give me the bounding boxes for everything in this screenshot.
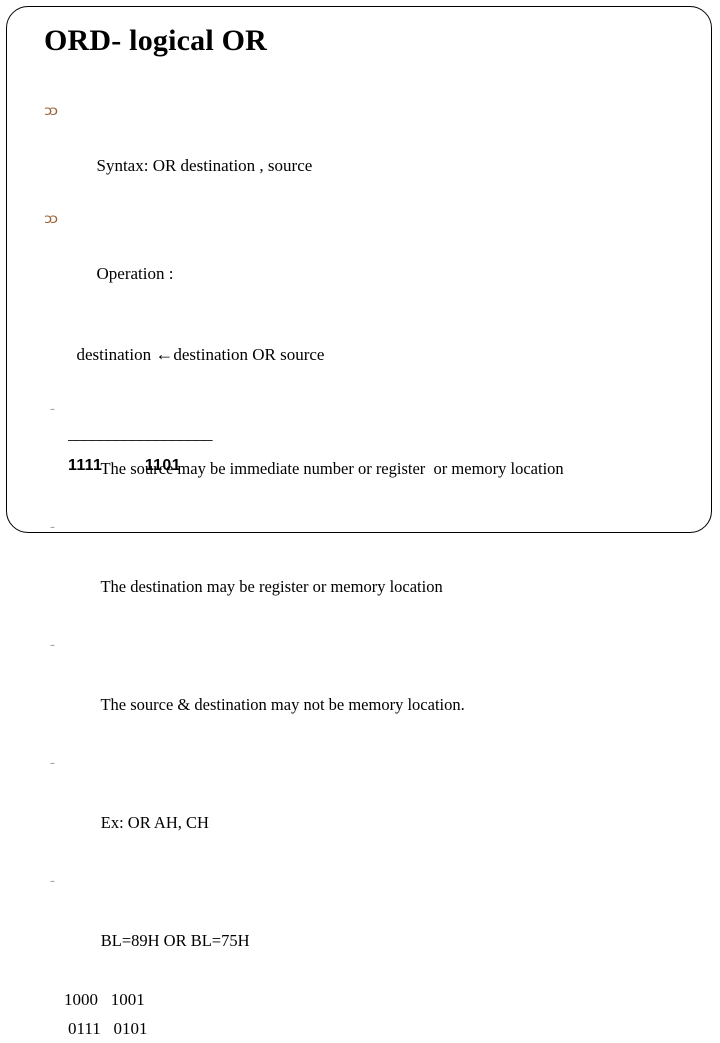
binary-operand-second: 0111 0101 (68, 1019, 148, 1038)
binary-operand-first: 1000 1001 (64, 990, 145, 1009)
dash-bullet-icon: - (50, 873, 55, 889)
wingding-bullet-icon: ɔɔ (44, 212, 58, 227)
list-item: - BL=89H OR BL=75H (44, 867, 694, 985)
dash-bullet-icon: - (50, 519, 55, 535)
list-item: - The source may be immediate number or … (44, 395, 694, 513)
page-title: ORD- logical OR (44, 24, 267, 57)
slide-canvas: ORD- logical OR ɔɔ Syntax: OR destinatio… (0, 0, 720, 1038)
operation-assignment-line: destination ←destination OR source (44, 314, 694, 395)
list-item: - The source & destination may not be me… (44, 631, 694, 749)
list-item: - The destination may be register or mem… (44, 513, 694, 631)
list-item: - Ex: OR AH, CH (44, 749, 694, 867)
list-item-label: The source & destination may not be memo… (100, 695, 465, 714)
binary-result-value: 1111 1101 (68, 457, 181, 474)
slide-body: ɔɔ Syntax: OR destination , source ɔɔ Op… (44, 98, 694, 1043)
bullet-item-syntax: ɔɔ Syntax: OR destination , source (44, 98, 694, 206)
wingding-bullet-icon: ɔɔ (44, 104, 58, 119)
dash-bullet-icon: - (50, 637, 55, 653)
dash-bullet-icon: - (50, 401, 55, 417)
list-item-label: BL=89H OR BL=75H (100, 931, 250, 950)
bullet-item-operation: ɔɔ Operation : (44, 206, 694, 314)
list-item-label: Ex: OR AH, CH (100, 813, 209, 832)
bullet-item-syntax-label: Syntax: OR destination , source (96, 156, 313, 175)
left-arrow-icon: ← (155, 344, 174, 364)
binary-result-divider: __________________ (68, 424, 213, 443)
list-item-label: The destination may be register or memor… (100, 577, 443, 596)
bullet-item-operation-label: Operation : (96, 264, 174, 283)
dash-bullet-icon: - (50, 755, 55, 771)
operation-expression-suffix: destination OR source (173, 345, 325, 364)
operation-destination-prefix: destination (76, 345, 156, 364)
